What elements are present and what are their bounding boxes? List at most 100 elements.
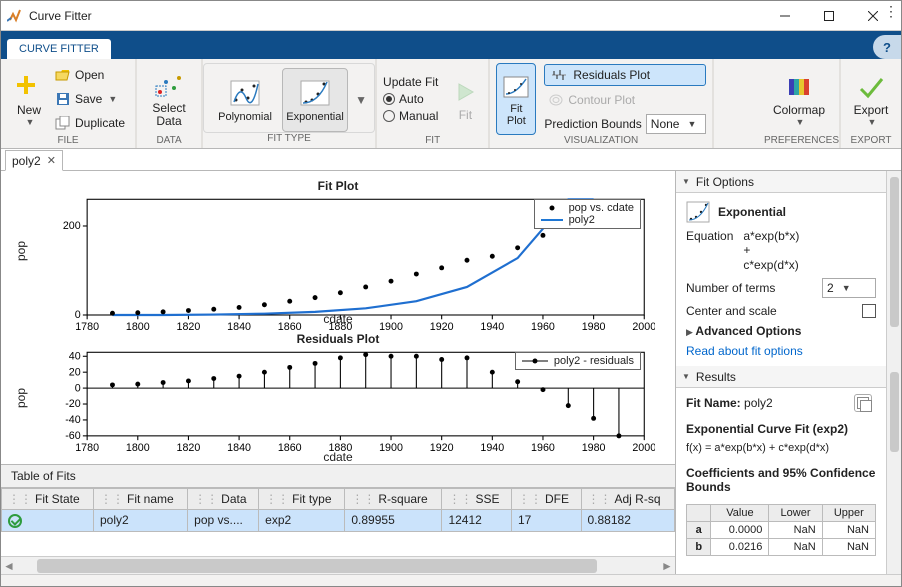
fit-type-polynomial[interactable]: Polynomial [212,68,278,132]
open-button[interactable]: Open [51,64,129,86]
export-button[interactable]: Export ▼ [847,63,895,135]
residuals-ylabel: pop [14,387,28,407]
doc-tab-poly2[interactable]: poly2 ✕ [5,150,63,171]
center-scale-checkbox[interactable] [862,304,876,318]
equation-value: a*exp(b*x) + c*exp(d*x) [743,229,799,272]
coef-head: Coefficients and 95% Confidence Bounds [686,466,875,494]
table-header[interactable]: ⋮⋮Data [188,489,259,510]
contour-plot-toggle[interactable]: Contour Plot [544,89,705,111]
save-icon [55,91,71,107]
svg-text:1960: 1960 [531,442,555,454]
svg-text:1860: 1860 [278,442,302,454]
residuals-legend[interactable]: poly2 - residuals [515,352,641,370]
auto-fit-radio[interactable]: Auto [383,92,438,106]
select-data-icon [153,70,185,102]
table-header[interactable]: ⋮⋮Fit name [94,489,188,510]
collapse-icon: ▼ [682,177,690,186]
run-fit-icon [449,76,481,108]
new-button[interactable]: New ▼ [7,63,51,135]
results-scrollbar[interactable] [886,366,901,574]
num-terms-dropdown[interactable]: 2▼ [822,278,876,298]
table-row[interactable]: poly2 pop vs.... exp2 0.89955 12412 17 0… [2,510,675,532]
horizontal-scrollbar[interactable]: ◄ ► [1,556,675,574]
toolstrip-tabs: CURVE FITTER ? [1,31,901,59]
collapse-icon: ▼ [682,372,690,381]
maximize-button[interactable] [807,2,851,30]
chevron-down-icon: ▼ [796,117,805,127]
svg-text:-40: -40 [65,414,81,426]
table-header[interactable]: ⋮⋮R-square [345,489,442,510]
colormap-icon [783,71,815,103]
svg-text:1800: 1800 [126,442,150,454]
table-header[interactable]: ⋮⋮Fit type [259,489,345,510]
manual-fit-radio[interactable]: Manual [383,109,438,123]
matlab-logo-icon [7,8,23,24]
results-model-equation: f(x) = a*exp(b*x) + c*exp(d*x) [686,442,876,454]
svg-text:1940: 1940 [480,442,504,454]
svg-text:40: 40 [69,350,81,362]
chevron-down-icon: ▼ [108,94,117,104]
fit-plot-ylabel: pop [14,241,28,261]
svg-text:1780: 1780 [75,442,99,454]
table-of-fits-title: Table of Fits [1,465,675,487]
table-row: a0.0000NaNNaN [687,522,876,539]
svg-text:-20: -20 [65,398,81,410]
center-scale-label: Center and scale [686,304,777,318]
advanced-options-expander[interactable]: ▶ Advanced Options [686,324,876,338]
window-title: Curve Fitter [29,9,763,23]
svg-text:1980: 1980 [582,442,606,454]
svg-text:0: 0 [75,382,81,394]
residuals-plot-title: Residuals Plot [11,332,665,346]
duplicate-button[interactable]: Duplicate [51,112,129,134]
svg-text:1840: 1840 [227,442,251,454]
document-tabs: poly2 ✕ [1,149,901,171]
tab-curve-fitter[interactable]: CURVE FITTER [7,39,111,59]
table-header[interactable]: ⋮⋮DFE [511,489,581,510]
residuals-icon [551,67,567,83]
fit-plot-title: Fit Plot [11,179,665,193]
fit-options-scrollbar[interactable] [886,171,901,366]
fit-plot-axes[interactable]: Fit Plot pop cdate 178018001820184018601… [11,179,665,324]
fit-name-label: Fit Name: [686,396,741,410]
results-header[interactable]: ▼ Results ⋮ [676,366,886,388]
chevron-down-icon: ▼ [868,117,877,127]
close-icon[interactable]: ✕ [47,154,56,167]
table-row: b0.0216NaNNaN [687,539,876,556]
prediction-bounds-label: Prediction Bounds [544,117,641,131]
help-button[interactable]: ? [873,35,901,59]
svg-text:20: 20 [69,366,81,378]
fit-type-exponential[interactable]: Exponential [282,68,348,132]
table-of-fits-panel: Table of Fits ⋮⋮Fit State⋮⋮Fit name⋮⋮Dat… [1,464,675,574]
minimize-button[interactable] [763,2,807,30]
select-data-button[interactable]: Select Data [143,63,195,135]
equation-label: Equation [686,229,733,272]
svg-text:0: 0 [75,309,81,321]
exponential-icon [686,201,710,223]
fit-options-header[interactable]: ▼ Fit Options ⋮ [676,171,886,193]
fit-plot-legend[interactable]: pop vs. cdate poly2 [534,199,641,229]
status-bar [1,574,901,586]
save-button[interactable]: Save ▼ [51,88,129,110]
table-header[interactable]: ⋮⋮Fit State [2,489,94,510]
table-of-fits[interactable]: ⋮⋮Fit State⋮⋮Fit name⋮⋮Data⋮⋮Fit type⋮⋮R… [1,488,675,532]
copy-results-button[interactable] [854,394,872,412]
svg-text:-60: -60 [65,430,81,442]
fit-plot-toggle[interactable]: Fit Plot [496,63,536,135]
residuals-plot-toggle[interactable]: Residuals Plot [544,64,705,86]
svg-text:1820: 1820 [177,442,201,454]
residuals-plot-axes[interactable]: Residuals Plot pop cdate 178018001820184… [11,332,665,462]
svg-text:2000: 2000 [632,442,655,454]
fit-button[interactable]: Fit [448,63,482,135]
export-check-icon [855,71,887,103]
prediction-bounds-dropdown[interactable]: None▼ [646,114,706,134]
table-header[interactable]: ⋮⋮Adj R-sq [581,489,675,510]
table-header[interactable]: ⋮⋮SSE [442,489,512,510]
new-icon [13,71,45,103]
colormap-button[interactable]: Colormap ▼ [770,63,828,135]
fit-type-gallery-dropdown[interactable]: ▼ [352,68,370,132]
chevron-down-icon: ▼ [26,117,35,127]
svg-text:1900: 1900 [379,442,403,454]
read-about-fit-options-link[interactable]: Read about fit options [686,344,876,358]
coefficients-table: ValueLowerUpper a0.0000NaNNaNb0.0216NaNN… [686,504,876,556]
num-terms-label: Number of terms [686,281,775,295]
